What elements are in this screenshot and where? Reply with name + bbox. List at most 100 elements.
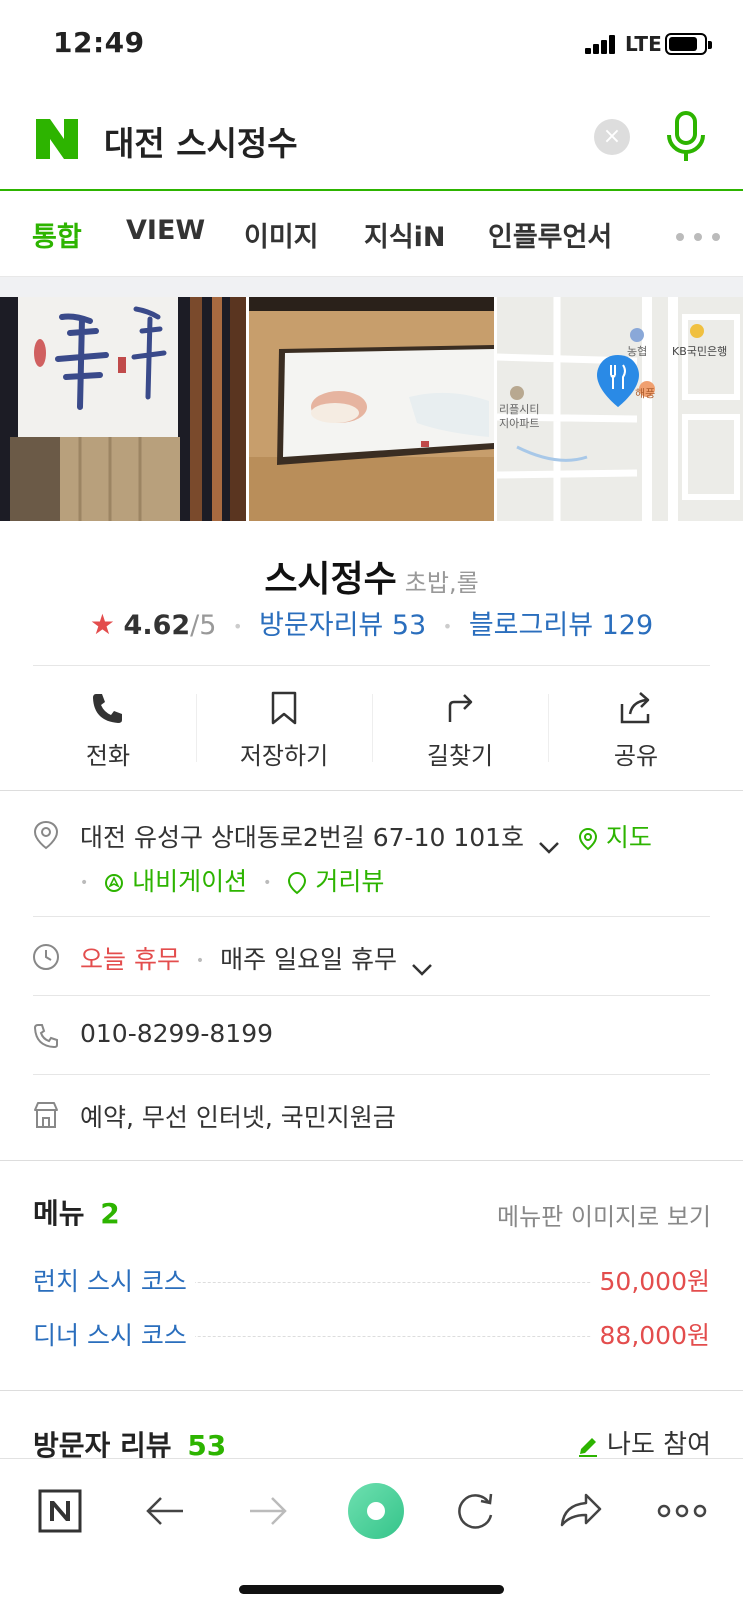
map-label-apt2: 지아파트 [499, 417, 539, 430]
menu-item[interactable]: 런치 스시 코스 50,000원 [33, 1262, 710, 1302]
bookmark-icon [271, 691, 297, 725]
microphone-icon[interactable] [664, 109, 708, 165]
menu-count: 2 [100, 1197, 120, 1230]
address-line: 대전 유성구 상대동로2번길 67-10 101호 지도 [80, 818, 652, 854]
phone-number[interactable]: 010-8299-8199 [80, 1019, 273, 1048]
navigation-icon [105, 874, 124, 892]
star-icon: ★ [89, 608, 115, 641]
clear-search-icon[interactable]: × [594, 119, 630, 155]
green-dot-icon[interactable] [338, 1473, 414, 1549]
menu-item-price: 88,000원 [591, 1316, 710, 1352]
photo-strip: 농협 KB국민은행 해풍 리플시티 지아파트 [0, 297, 743, 521]
tab-view[interactable]: VIEW [126, 215, 205, 246]
menu-title: 메뉴 [33, 1197, 85, 1230]
more-options-icon[interactable] [652, 1481, 712, 1541]
naver-home-icon[interactable] [30, 1481, 90, 1541]
status-time: 12:49 [53, 26, 145, 59]
more-tabs-icon[interactable] [676, 233, 720, 241]
map-pin-icon [578, 827, 597, 851]
status-bar: 12:49 LTE [0, 0, 743, 90]
call-button[interactable]: 전화 [20, 666, 196, 790]
divider [33, 916, 710, 917]
map-thumbnail[interactable]: 농협 KB국민은행 해풍 리플시티 지아파트 [497, 297, 743, 521]
blog-reviews-link[interactable]: 블로그리뷰 129 [469, 610, 653, 641]
share-label: 공유 [613, 742, 659, 770]
separator-dot: • [263, 875, 272, 891]
map-label-store: 해풍 [635, 386, 655, 400]
share-page-icon[interactable] [550, 1481, 610, 1541]
rating-max: /5 [190, 610, 217, 641]
join-review-button[interactable]: 나도 참여 [577, 1424, 711, 1461]
map-link-label: 지도 [605, 823, 652, 852]
share-button[interactable]: 공유 [548, 666, 724, 790]
section-divider [0, 790, 743, 791]
network-label: LTE [625, 32, 662, 56]
home-indicator[interactable] [239, 1585, 504, 1594]
location-pin-icon [33, 820, 59, 850]
navigation-label: 내비게이션 [132, 867, 248, 896]
street-view-label: 거리뷰 [315, 867, 385, 896]
menu-item-name: 디너 스시 코스 [33, 1316, 195, 1352]
address-links: • 내비게이션 • 거리뷰 [80, 862, 384, 898]
rating-score: 4.62 [123, 610, 191, 641]
browser-toolbar [0, 1458, 743, 1608]
section-divider [0, 1160, 743, 1161]
pencil-icon [578, 1437, 597, 1457]
clock-icon [33, 944, 59, 970]
map-label-bank: KB국민은행 [672, 345, 727, 358]
visitor-reviews-link[interactable]: 방문자리뷰 53 [259, 610, 426, 641]
back-arrow-icon[interactable] [135, 1481, 195, 1541]
directions-button[interactable]: 길찾기 [372, 666, 548, 790]
tab-influencer[interactable]: 인플루언서 [488, 215, 612, 254]
naver-logo-icon[interactable] [34, 117, 80, 161]
map-label-apt1: 리플시티 [499, 403, 539, 416]
street-view-link[interactable]: 거리뷰 [287, 867, 384, 896]
call-label: 전화 [85, 742, 131, 770]
phone-outline-icon [33, 1024, 58, 1049]
tab-integrated[interactable]: 통합 [32, 215, 82, 254]
section-spacer [0, 277, 743, 297]
menu-item[interactable]: 디너 스시 코스 88,000원 [33, 1316, 710, 1356]
section-divider [0, 1390, 743, 1391]
divider [33, 1074, 710, 1075]
chevron-down-icon[interactable] [411, 954, 433, 976]
separator-dot: • [80, 875, 89, 891]
closed-today-label: 오늘 휴무 [80, 945, 180, 974]
chevron-down-icon[interactable] [538, 832, 560, 854]
amenities-text: 예약, 무선 인터넷, 국민지원금 [80, 1103, 396, 1132]
tab-images[interactable]: 이미지 [244, 215, 319, 254]
address-text: 대전 유성구 상대동로2번길 67-10 101호 [80, 823, 525, 852]
refresh-icon[interactable] [445, 1481, 505, 1541]
phone-icon [93, 694, 122, 723]
menu-image-link[interactable]: 메뉴판 이미지로 보기 [497, 1197, 711, 1232]
storefront-photo[interactable] [0, 297, 246, 521]
search-bar: 대전 스시정수 × [0, 95, 743, 191]
separator-dot: • [233, 617, 243, 636]
search-tabs: 통합 VIEW 이미지 지식iN 인플루언서 [0, 193, 743, 277]
tab-knowledge[interactable]: 지식iN [364, 215, 446, 254]
place-category: 초밥,롤 [404, 569, 479, 597]
join-review-label: 나도 참여 [607, 1430, 711, 1460]
menu-item-name: 런치 스시 코스 [33, 1262, 195, 1298]
map-label-nh: 농협 [627, 345, 647, 358]
separator-dot: • [195, 953, 205, 969]
place-header: 스시정수 초밥,롤 [0, 550, 743, 602]
store-icon [34, 1102, 58, 1128]
forward-arrow-icon[interactable] [238, 1481, 298, 1541]
menu-heading: 메뉴 2 [33, 1192, 120, 1232]
hours-detail: 매주 일요일 휴무 [220, 945, 398, 974]
search-input[interactable]: 대전 스시정수 [104, 117, 298, 165]
action-bar: 전화 저장하기 길찾기 공유 [20, 666, 723, 790]
sushi-photo[interactable] [249, 297, 494, 521]
save-label: 저장하기 [239, 742, 329, 770]
rating-line: ★ 4.62/5 • 방문자리뷰 53 • 블로그리뷰 129 [0, 603, 743, 642]
separator-dot: • [442, 617, 453, 636]
map-link[interactable]: 지도 [578, 823, 652, 852]
save-button[interactable]: 저장하기 [196, 666, 372, 790]
signal-icon [585, 34, 621, 54]
directions-icon [448, 694, 473, 722]
divider [33, 995, 710, 996]
navigation-link[interactable]: 내비게이션 [104, 867, 255, 896]
share-icon [620, 692, 650, 724]
hours-line: 오늘 휴무 • 매주 일요일 휴무 [80, 940, 433, 976]
